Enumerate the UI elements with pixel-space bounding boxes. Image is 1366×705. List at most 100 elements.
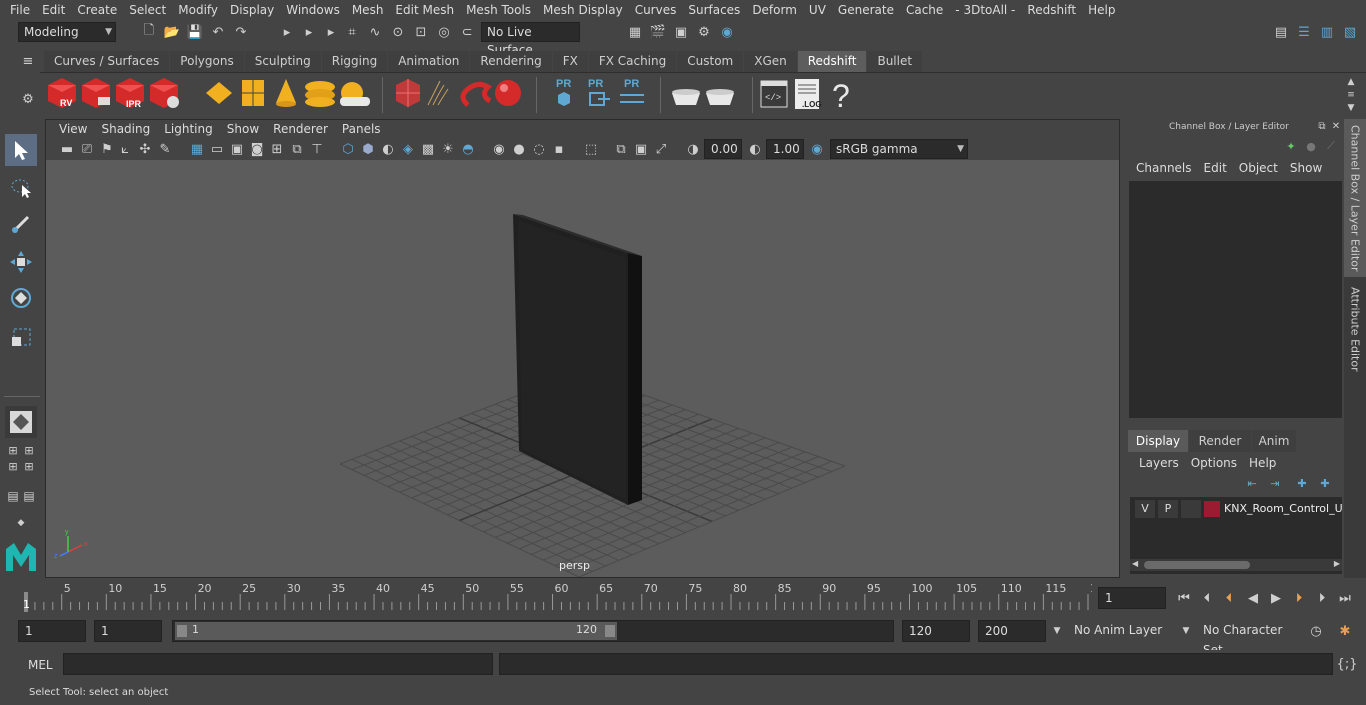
range-slider-handle[interactable]: 1 120 [175, 622, 617, 640]
channel-box-list[interactable] [1129, 181, 1342, 418]
shelf-tab-polygons[interactable]: Polygons [170, 51, 244, 72]
layer-playback-toggle[interactable]: P [1158, 500, 1178, 518]
tab-attribute-editor[interactable]: Attribute Editor [1344, 279, 1366, 379]
textured-icon[interactable]: ◈ [399, 140, 417, 158]
shelf-tab-rendering[interactable]: Rendering [470, 51, 552, 72]
ambient-occlusion-icon[interactable]: ● [510, 140, 528, 158]
scrollbar-thumb[interactable] [1144, 561, 1250, 569]
range-start-grip[interactable] [177, 625, 187, 637]
xray-joints-icon[interactable]: ⧉ [612, 140, 630, 158]
help-icon[interactable]: ? [832, 78, 850, 114]
field-chart-icon[interactable]: ⊞ [268, 140, 286, 158]
shelf-tab-fx[interactable]: FX [552, 51, 588, 72]
shelf-tab-rigging[interactable]: Rigging [321, 51, 388, 72]
menu-edit[interactable]: Edit [36, 3, 71, 17]
smooth-shade-icon[interactable]: ⬢ [359, 140, 377, 158]
layer-tab-display[interactable]: Display [1128, 430, 1188, 452]
redshift-hair-icon[interactable] [427, 80, 449, 106]
channel-box-menu-show[interactable]: Show [1284, 161, 1328, 175]
layer-visibility-toggle[interactable]: V [1135, 500, 1155, 518]
range-end-grip[interactable] [605, 625, 615, 637]
select-hierarchy-icon[interactable]: ▸ [278, 23, 296, 41]
scroll-left-icon[interactable]: ◀ [1132, 559, 1138, 568]
shelf-tab-animation[interactable]: Animation [388, 51, 470, 72]
menu-mesh[interactable]: Mesh [346, 3, 390, 17]
layer-menu-options[interactable]: Options [1185, 456, 1243, 470]
shelf-tab-bullet[interactable]: Bullet [867, 51, 923, 72]
safe-action-icon[interactable]: ⧉ [288, 140, 306, 158]
shelf-tab-curves-surfaces[interactable]: Curves / Surfaces [44, 51, 170, 72]
mode-selector[interactable]: Modeling ▼ [18, 22, 116, 42]
frame-all-icon[interactable]: ⤢ [652, 140, 670, 158]
scene-start-field[interactable]: 1 [18, 620, 86, 642]
persp-outliner-layout-icon[interactable]: ⊞ [22, 459, 36, 473]
chevron-down-icon[interactable]: ▼ [1048, 622, 1066, 640]
shelf-tab-redshift[interactable]: Redshift [797, 51, 867, 72]
select-object-icon[interactable]: ▸ [300, 23, 318, 41]
menu-curves[interactable]: Curves [629, 3, 683, 17]
redshift-render-view-icon[interactable]: RV [48, 78, 76, 108]
film-gate-icon[interactable]: ▭ [208, 140, 226, 158]
step-back-key-icon[interactable]: ⏴ [1220, 589, 1238, 607]
shelf-tab-fx-caching[interactable]: FX Caching [588, 51, 677, 72]
xray-components-icon[interactable]: ▣ [632, 140, 650, 158]
redshift-pr-transfer-icon[interactable]: PR [620, 78, 644, 103]
menu-file[interactable]: File [4, 3, 36, 17]
ipr-render-icon[interactable]: ▣ [672, 23, 690, 41]
play-forward-icon[interactable]: ▶ [1267, 589, 1285, 607]
menu-uv[interactable]: UV [803, 3, 832, 17]
float-panel-icon[interactable]: ⧉ [1316, 120, 1328, 132]
hypershade-icon[interactable]: ◉ [718, 23, 736, 41]
menu-select[interactable]: Select [123, 3, 172, 17]
single-view-layout-icon[interactable]: ⊞ [6, 443, 20, 457]
exposure-field[interactable]: 0.00 [704, 139, 742, 159]
snap-point-icon[interactable]: ⊙ [389, 23, 407, 41]
menu-windows[interactable]: Windows [280, 3, 346, 17]
camera-attributes-icon[interactable]: ⎚ [78, 140, 96, 158]
rotate-tool-icon[interactable] [5, 282, 37, 314]
menu-help[interactable]: Help [1082, 3, 1121, 17]
snap-view-icon[interactable]: ⊡ [412, 23, 430, 41]
redshift-pr-object-icon[interactable]: PR [556, 78, 571, 106]
menu-modify[interactable]: Modify [172, 3, 224, 17]
step-forward-icon[interactable]: ⏵ [1313, 589, 1331, 607]
auto-key-icon[interactable]: ◷ [1307, 622, 1325, 640]
layer-menu-layers[interactable]: Layers [1133, 456, 1185, 470]
bookmark-icon[interactable]: ⚑ [98, 140, 116, 158]
exposure-icon[interactable]: ◑ [684, 140, 702, 158]
gamma-field[interactable]: 1.00 [766, 139, 804, 159]
snap-curve-icon[interactable]: ∿ [366, 23, 384, 41]
two-view-layout-icon[interactable]: ⊞ [6, 459, 20, 473]
redshift-spot-light-icon[interactable] [276, 79, 296, 107]
current-frame-field[interactable]: 1 [1098, 587, 1166, 609]
xray-icon[interactable]: ◓ [459, 140, 477, 158]
menu-surfaces[interactable]: Surfaces [682, 3, 746, 17]
time-slider[interactable]: 5 10 15 20 25 30 35 40 45 50 55 60 65 70 75 80 85 90 95 100… [18, 580, 1104, 612]
menu-redshift[interactable]: Redshift [1021, 3, 1082, 17]
layer-row[interactable]: V P KNX_Room_Control_Un [1130, 499, 1342, 519]
select-component-icon[interactable]: ▸ [322, 23, 340, 41]
menu-create[interactable]: Create [71, 3, 123, 17]
redshift-volume-icon[interactable] [460, 81, 493, 107]
viewport-menu-shading[interactable]: Shading [94, 122, 157, 136]
shelf-settings-icon[interactable]: ⚙ [19, 90, 37, 108]
isolate-select-icon[interactable]: ◉ [490, 140, 508, 158]
playback-start-field[interactable]: 1 [94, 620, 162, 642]
redshift-area-light-icon[interactable] [242, 80, 264, 106]
knx-room-control-object[interactable] [513, 214, 642, 505]
menu-mesh-display[interactable]: Mesh Display [537, 3, 629, 17]
layer-hscrollbar[interactable]: ◀ ▶ [1130, 559, 1342, 571]
redshift-render-settings-icon[interactable] [150, 78, 179, 108]
menu-display[interactable]: Display [224, 3, 280, 17]
script-language-label[interactable]: MEL [28, 658, 53, 672]
save-scene-icon[interactable]: 💾 [186, 23, 204, 41]
layer-tab-render[interactable]: Render [1189, 430, 1251, 452]
bake-pot-icon-1[interactable] [672, 89, 700, 105]
redshift-proxy-icon[interactable] [396, 79, 420, 107]
wireframe-on-shaded-icon[interactable]: ◐ [379, 140, 397, 158]
layer-name[interactable]: KNX_Room_Control_Un [1224, 500, 1342, 518]
shelf-tab-sculpting[interactable]: Sculpting [244, 51, 321, 72]
render-settings-icon[interactable]: ⚙ [695, 23, 713, 41]
layer-color-swatch[interactable] [1204, 501, 1220, 517]
layer-menu-help[interactable]: Help [1243, 456, 1282, 470]
